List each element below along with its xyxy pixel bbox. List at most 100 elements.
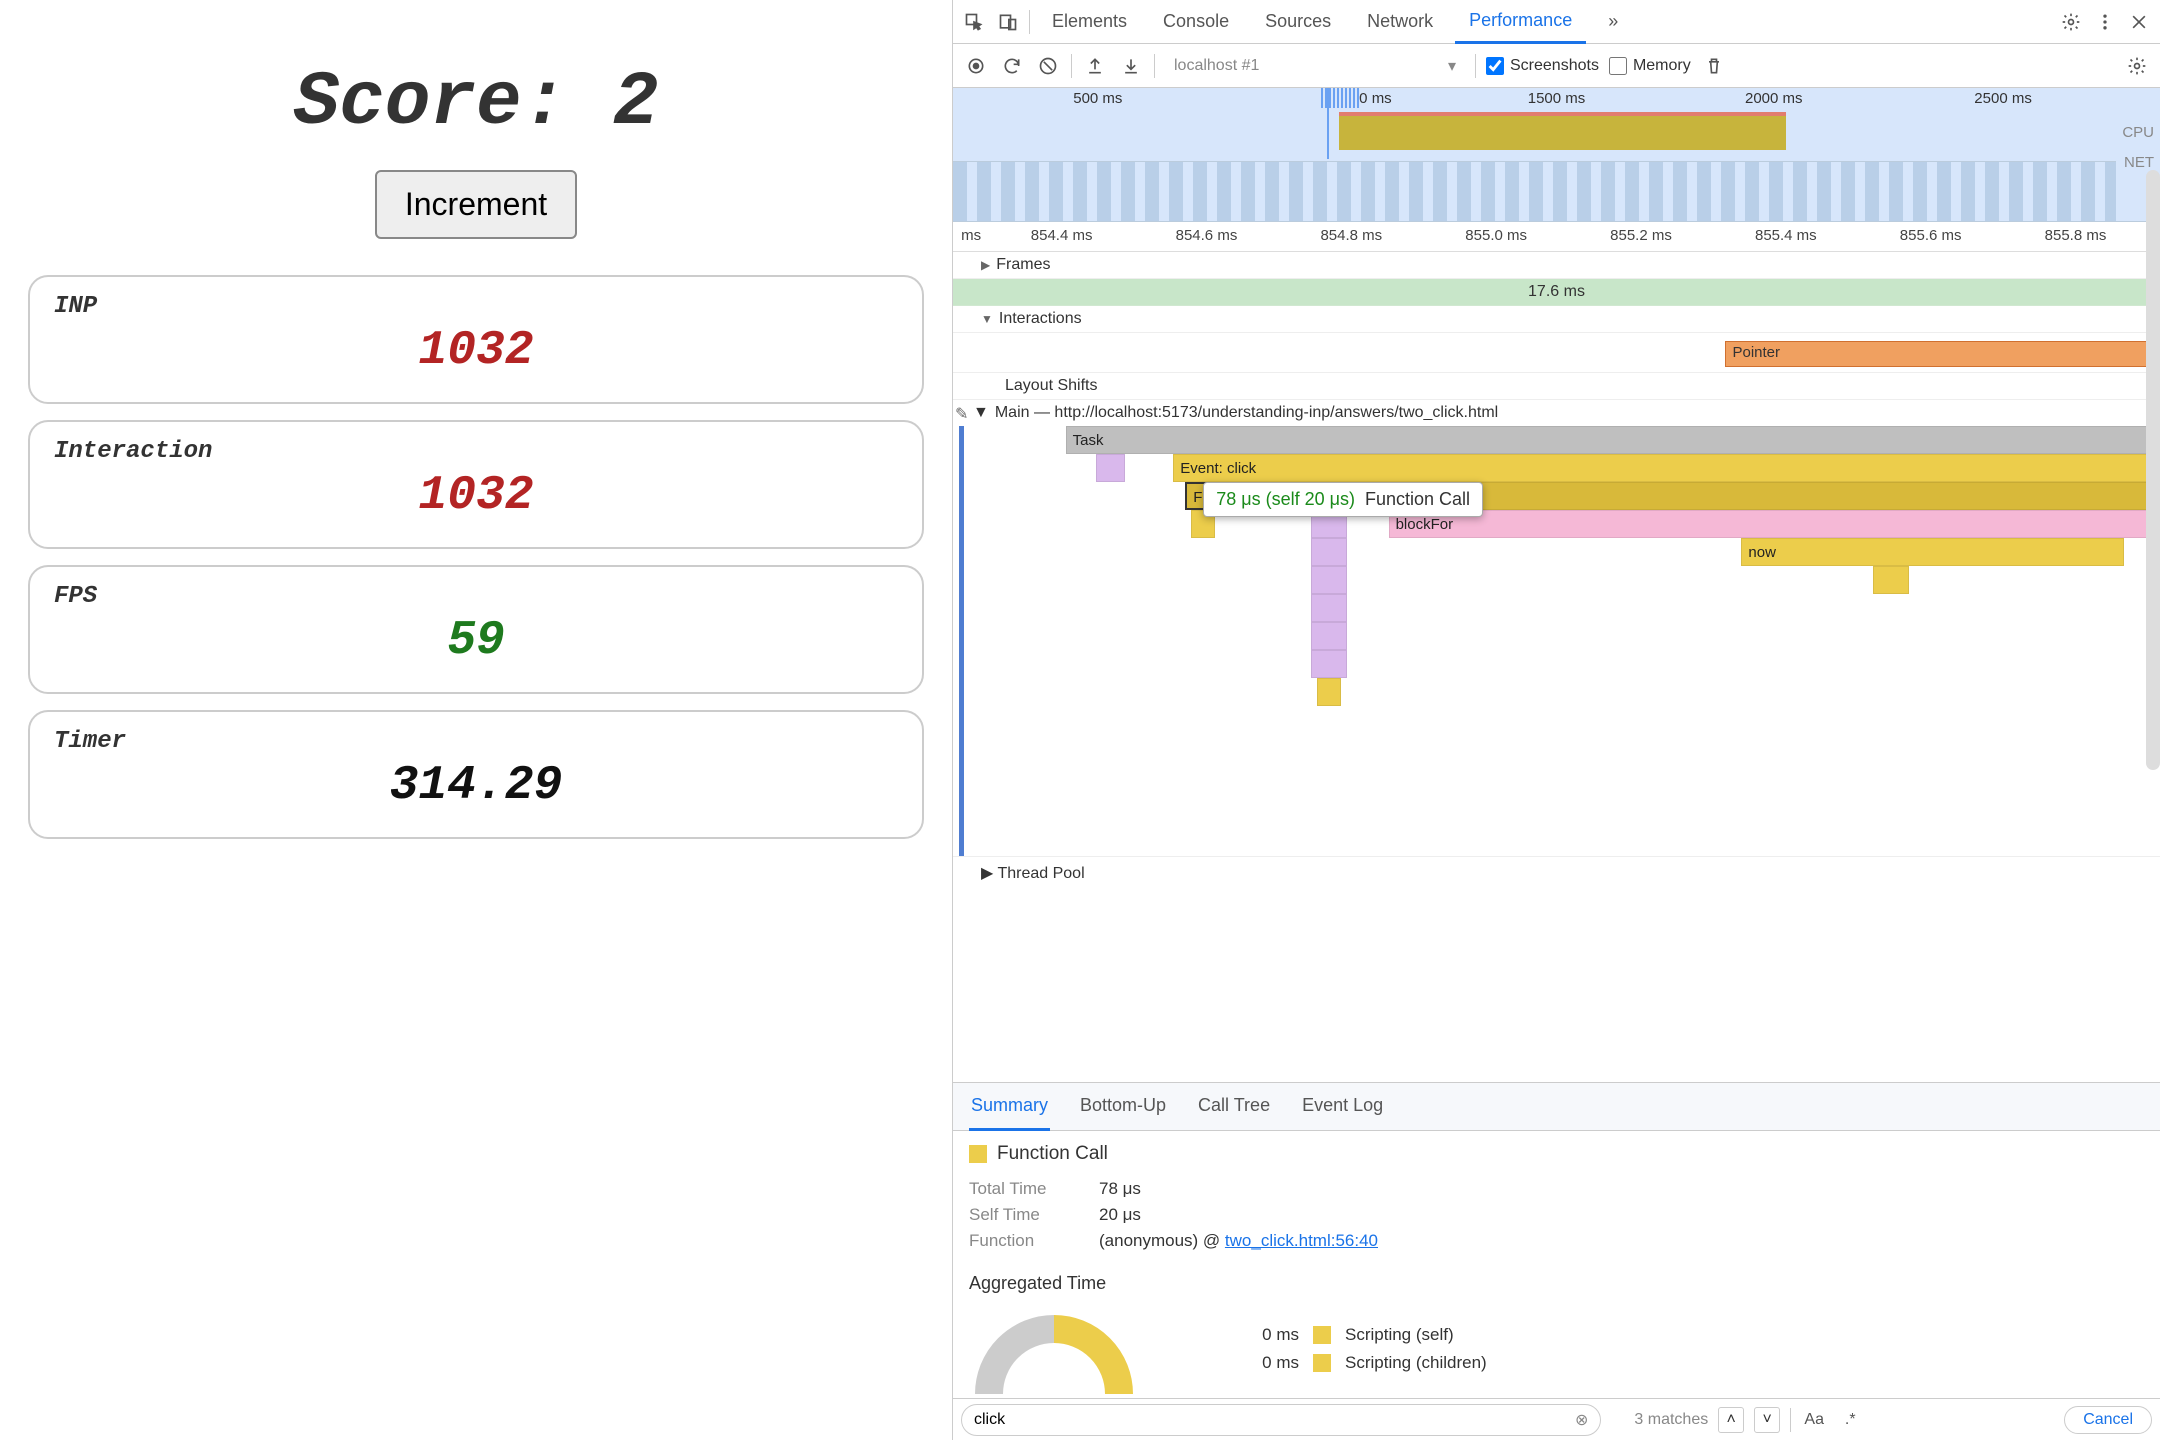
track-interactions-header[interactable]: ▼Interactions [953,306,2160,333]
overview-tick: 0 ms [1359,90,1392,107]
flame-bar[interactable] [1311,622,1347,650]
flame-now[interactable]: now [1741,538,2124,566]
ruler-tick: 855.2 ms [1610,227,1672,244]
source-link[interactable]: two_click.html:56:40 [1225,1231,1378,1250]
record-icon[interactable] [963,53,989,79]
flame-blockfor[interactable]: blockFor [1389,510,2160,538]
kebab-menu-icon[interactable] [2092,9,2118,35]
separator [1790,1408,1791,1432]
summary-title: Function Call [969,1143,2144,1165]
gear-icon[interactable] [2058,9,2084,35]
flame-bar[interactable] [1096,454,1126,482]
summary-value: (anonymous) @ two_click.html:56:40 [1099,1231,1378,1251]
overview-tick: 2000 ms [1745,90,1803,107]
ruler-tick: 855.6 ms [1900,227,1962,244]
summary-value: 20 μs [1099,1205,1141,1225]
increment-button[interactable]: Increment [375,170,577,239]
metric-card-interaction: Interaction 1032 [28,420,924,549]
flame-bar[interactable] [1873,566,1909,594]
flame-chart[interactable]: Task Event: click F… Ru…ks Function Call… [959,426,2160,856]
agg-label: Scripting (children) [1345,1353,1487,1373]
track-interactions[interactable]: Pointer [953,333,2160,373]
ruler-tick: 855.8 ms [2045,227,2107,244]
overview-cursor[interactable] [1327,88,1329,159]
search-input[interactable] [961,1404,1601,1436]
track-main-header[interactable]: ✎ ▼ Main — http://localhost:5173/underst… [953,400,2160,426]
detail-tab-calltree[interactable]: Call Tree [1196,1083,1272,1130]
edit-icon[interactable]: ✎ [955,404,968,424]
ruler-tick: 854.6 ms [1176,227,1238,244]
match-case-toggle[interactable]: Aa [1801,1411,1827,1429]
metric-value: 59 [54,614,898,668]
recording-selector[interactable]: localhost #1 ▾ [1165,51,1465,81]
flame-event-click[interactable]: Event: click [1173,454,2160,482]
device-toolbar-icon[interactable] [995,9,1021,35]
detail-tab-bottomup[interactable]: Bottom-Up [1078,1083,1168,1130]
search-next-icon[interactable]: ˅ [1754,1407,1780,1433]
cancel-search-button[interactable]: Cancel [2064,1406,2152,1434]
interaction-pointer-bar[interactable]: Pointer [1725,341,2160,367]
overview-cpu-bar [1339,116,1786,150]
flame-bar[interactable] [1311,594,1347,622]
summary-value: 78 μs [1099,1179,1141,1199]
detail-tab-eventlog[interactable]: Event Log [1300,1083,1385,1130]
tab-network[interactable]: Network [1353,1,1447,42]
regex-toggle[interactable]: .* [1837,1411,1863,1429]
tabs-overflow-button[interactable]: » [1594,1,1632,42]
track-frames-header[interactable]: ▶Frames [953,252,2160,279]
frame-duration[interactable]: 17.6 ms [953,279,2160,306]
track-layout-shifts[interactable]: Layout Shifts [953,373,2160,400]
time-ruler[interactable]: ms 854.4 ms 854.6 ms 854.8 ms 855.0 ms 8… [953,222,2160,252]
flame-bar[interactable] [1311,650,1347,678]
metric-card-inp: INP 1032 [28,275,924,404]
download-profile-icon[interactable] [1118,53,1144,79]
separator [1475,54,1476,78]
perf-settings-icon[interactable] [2124,53,2150,79]
ruler-tick: 855.0 ms [1465,227,1527,244]
gc-icon[interactable] [1701,53,1727,79]
inspect-element-icon[interactable] [961,9,987,35]
chevron-down-icon: ▾ [1448,56,1456,76]
memory-toggle[interactable]: Memory [1609,57,1691,75]
metric-label: FPS [54,583,898,610]
timeline-overview[interactable]: 500 ms 0 ms 1500 ms 2000 ms 2500 ms CPU … [953,88,2160,222]
metric-label: Timer [54,728,898,755]
tab-console[interactable]: Console [1149,1,1243,42]
devtools-panel: Elements Console Sources Network Perform… [952,0,2160,1440]
track-thread-pool[interactable]: ▶ Thread Pool [953,856,2160,889]
flame-chart-area: ms 854.4 ms 854.6 ms 854.8 ms 855.0 ms 8… [953,222,2160,1082]
flame-bar[interactable] [1317,678,1341,706]
overview-labels: CPU NET [2122,118,2154,178]
upload-profile-icon[interactable] [1082,53,1108,79]
scrollbar[interactable] [2146,170,2160,770]
agg-time: 0 ms [1239,1325,1299,1345]
search-prev-icon[interactable]: ˄ [1718,1407,1744,1433]
reload-record-icon[interactable] [999,53,1025,79]
separator [1071,54,1072,78]
tab-performance[interactable]: Performance [1455,0,1586,44]
summary-key: Function [969,1231,1079,1251]
flame-bar[interactable] [1311,538,1347,566]
close-devtools-icon[interactable] [2126,9,2152,35]
tab-elements[interactable]: Elements [1038,1,1141,42]
metric-value: 314.29 [54,759,898,813]
flame-bar[interactable] [1311,566,1347,594]
overview-tick: 2500 ms [1974,90,2032,107]
clear-icon[interactable] [1035,53,1061,79]
memory-checkbox[interactable] [1609,57,1627,75]
flame-task-bar[interactable]: Task [1066,426,2160,454]
overview-tick: 500 ms [1073,90,1122,107]
detail-tabs: Summary Bottom-Up Call Tree Event Log [953,1083,2160,1131]
summary-key: Self Time [969,1205,1079,1225]
flame-tooltip: 78 μs (self 20 μs) Function Call [1203,482,1483,517]
screenshots-toggle[interactable]: Screenshots [1486,57,1599,75]
scripting-swatch-icon [1313,1354,1331,1372]
detail-tab-summary[interactable]: Summary [969,1083,1050,1131]
screenshots-checkbox[interactable] [1486,57,1504,75]
metric-label: INP [54,293,898,320]
tab-sources[interactable]: Sources [1251,1,1345,42]
summary-body: Function Call Total Time78 μs Self Time2… [953,1131,2160,1398]
ruler-tick: 855.4 ms [1755,227,1817,244]
performance-toolbar: localhost #1 ▾ Screenshots Memory [953,44,2160,88]
clear-search-icon[interactable]: ⊗ [1575,1410,1588,1430]
